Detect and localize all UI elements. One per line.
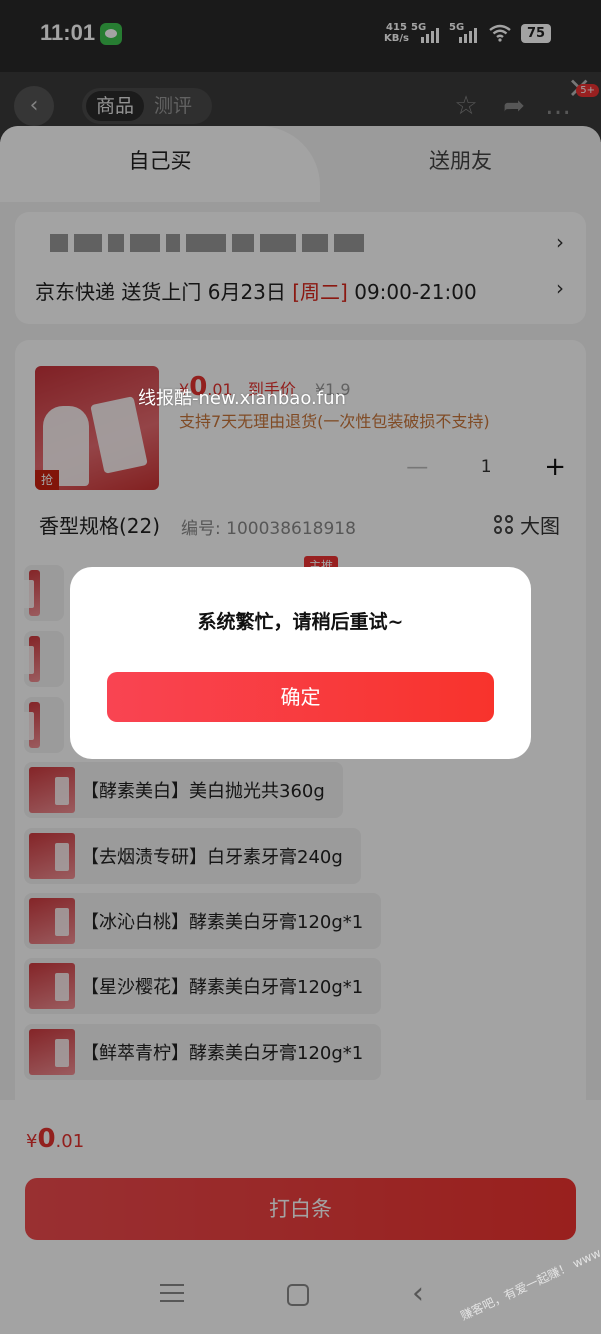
watermark-top: 线报酷-new.xianbao.fun xyxy=(138,388,346,409)
dialog-message: 系统繁忙，请稍后重试~ xyxy=(197,611,404,633)
error-dialog: 系统繁忙，请稍后重试~ 确定 xyxy=(70,567,531,759)
confirm-button[interactable]: 确定 xyxy=(107,672,494,722)
